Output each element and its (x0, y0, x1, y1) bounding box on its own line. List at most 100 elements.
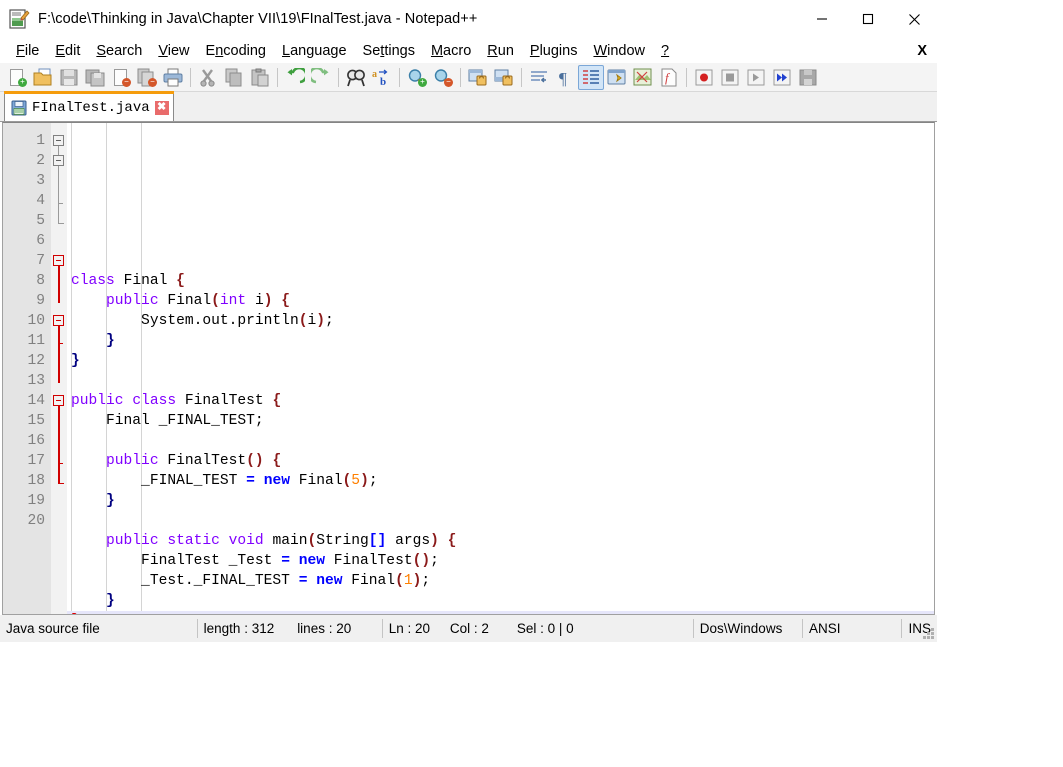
code-line[interactable]: } (67, 611, 934, 614)
minimize-button[interactable] (799, 0, 845, 38)
code-line[interactable]: } (67, 351, 934, 371)
code-token: int (219, 293, 247, 309)
stop-macro-icon[interactable] (717, 65, 743, 90)
save-all-icon[interactable] (82, 65, 108, 90)
code-line[interactable]: class Final { (67, 271, 934, 291)
print-icon[interactable] (160, 65, 186, 90)
word-wrap-icon[interactable] (526, 65, 552, 90)
code-line[interactable]: Final _FINAL_TEST; (67, 411, 934, 431)
maximize-button[interactable] (845, 0, 891, 38)
sync-horizontal-scroll-icon[interactable] (491, 65, 517, 90)
line-number: 15 (27, 413, 45, 429)
code-token: ) (360, 473, 369, 489)
code-line[interactable] (67, 431, 934, 451)
tab-finaltest-java[interactable]: FInalTest.java ✖ (4, 91, 174, 121)
show-all-characters-icon[interactable]: ¶ (552, 65, 578, 90)
copy-icon[interactable] (221, 65, 247, 90)
code-line[interactable]: public Final(int i) { (67, 291, 934, 311)
run-macro-multiple-icon[interactable] (769, 65, 795, 90)
code-line[interactable]: System.out.println(i); (67, 311, 934, 331)
code-line[interactable] (67, 231, 934, 251)
code-token: new (263, 473, 290, 489)
tab-close-icon[interactable]: ✖ (154, 100, 169, 115)
resize-grip-icon[interactable] (922, 627, 934, 639)
open-file-icon[interactable] (30, 65, 56, 90)
close-document-button[interactable]: X (917, 43, 927, 59)
replace-icon[interactable]: a b (369, 65, 395, 90)
line-number: 9 (36, 293, 45, 309)
status-eol-format[interactable]: Dos\Windows (694, 615, 802, 642)
undo-icon[interactable] (282, 65, 308, 90)
code-token: static (167, 533, 220, 549)
zoom-in-icon[interactable]: + (404, 65, 430, 90)
menu-plugins[interactable]: Plugins (522, 41, 586, 61)
menu-macro[interactable]: Macro (423, 41, 479, 61)
menu-view[interactable]: View (150, 41, 197, 61)
user-defined-dialog-icon[interactable] (604, 65, 630, 90)
line-number: 18 (27, 473, 45, 489)
cut-icon[interactable] (195, 65, 221, 90)
tab-active-indicator (4, 91, 174, 94)
code-line[interactable]: public FinalTest() { (67, 451, 934, 471)
code-token: main (272, 533, 308, 549)
menu-file[interactable]: File (8, 41, 47, 61)
sync-vertical-scroll-icon[interactable] (465, 65, 491, 90)
menu-search[interactable]: Search (88, 41, 150, 61)
line-number: 8 (36, 273, 45, 289)
status-selection: Sel : 0 | 0 (516, 621, 574, 636)
record-macro-icon[interactable] (691, 65, 717, 90)
line-number: 3 (36, 173, 45, 189)
paste-icon[interactable] (247, 65, 273, 90)
code-line[interactable] (67, 251, 934, 271)
code-token: ; (430, 553, 439, 569)
code-line[interactable]: } (67, 591, 934, 611)
status-length: length : 312 (203, 621, 275, 636)
menu-bar: File Edit Search View Encoding Language … (0, 38, 937, 63)
code-token: class (132, 393, 177, 409)
toolbar-separator (338, 67, 339, 87)
menu-window[interactable]: Window (585, 41, 653, 61)
document-map-icon[interactable] (630, 65, 656, 90)
menu-run[interactable]: Run (479, 41, 522, 61)
code-token: = (246, 473, 255, 489)
close-all-files-icon[interactable]: − (134, 65, 160, 90)
code-line[interactable]: public class FinalTest { (67, 391, 934, 411)
new-file-icon[interactable]: + (4, 65, 30, 90)
close-file-icon[interactable]: − (108, 65, 134, 90)
fold-margin[interactable] (51, 123, 67, 614)
indent-guide-icon[interactable] (578, 64, 604, 90)
save-icon[interactable] (56, 65, 82, 90)
menu-language[interactable]: Language (274, 41, 355, 61)
menu-settings[interactable]: Settings (355, 41, 423, 61)
title-bar: F:\code\Thinking in Java\Chapter VII\19\… (0, 0, 937, 38)
code-line[interactable]: } (67, 331, 934, 351)
code-token: () (246, 453, 264, 469)
menu-edit[interactable]: Edit (47, 41, 88, 61)
code-editor[interactable]: 1 2 3 4 5 6 7 8 9 10 11 12 13 14 15 16 17 18 19 20 (3, 123, 934, 614)
code-line[interactable]: public static void main(String[] args) { (67, 531, 934, 551)
close-button[interactable] (891, 0, 937, 38)
code-line[interactable]: _FINAL_TEST = new Final(5); (67, 471, 934, 491)
code-token: { (176, 273, 185, 289)
code-line[interactable] (67, 371, 934, 391)
code-line[interactable]: } (67, 491, 934, 511)
code-line[interactable]: FinalTest _Test = new FinalTest(); (67, 551, 934, 571)
code-line[interactable]: _Test._FINAL_TEST = new Final(1); (67, 571, 934, 591)
line-number-margin: 1 2 3 4 5 6 7 8 9 10 11 12 13 14 15 16 17 18 19 20 (3, 123, 51, 614)
status-encoding[interactable]: ANSI (803, 615, 901, 642)
save-macro-icon[interactable] (795, 65, 821, 90)
find-icon[interactable] (343, 65, 369, 90)
menu-encoding[interactable]: Encoding (198, 41, 274, 61)
code-token: ( (342, 473, 352, 489)
zoom-out-icon[interactable]: − (430, 65, 456, 90)
function-list-icon[interactable]: f (656, 65, 682, 90)
redo-icon[interactable] (308, 65, 334, 90)
code-text-area[interactable]: class Final { public Final(int i) { Syst… (67, 123, 934, 614)
playback-macro-icon[interactable] (743, 65, 769, 90)
code-line[interactable] (67, 511, 934, 531)
tab-label: FInalTest.java (32, 99, 150, 116)
menu-help[interactable]: ? (653, 41, 677, 61)
